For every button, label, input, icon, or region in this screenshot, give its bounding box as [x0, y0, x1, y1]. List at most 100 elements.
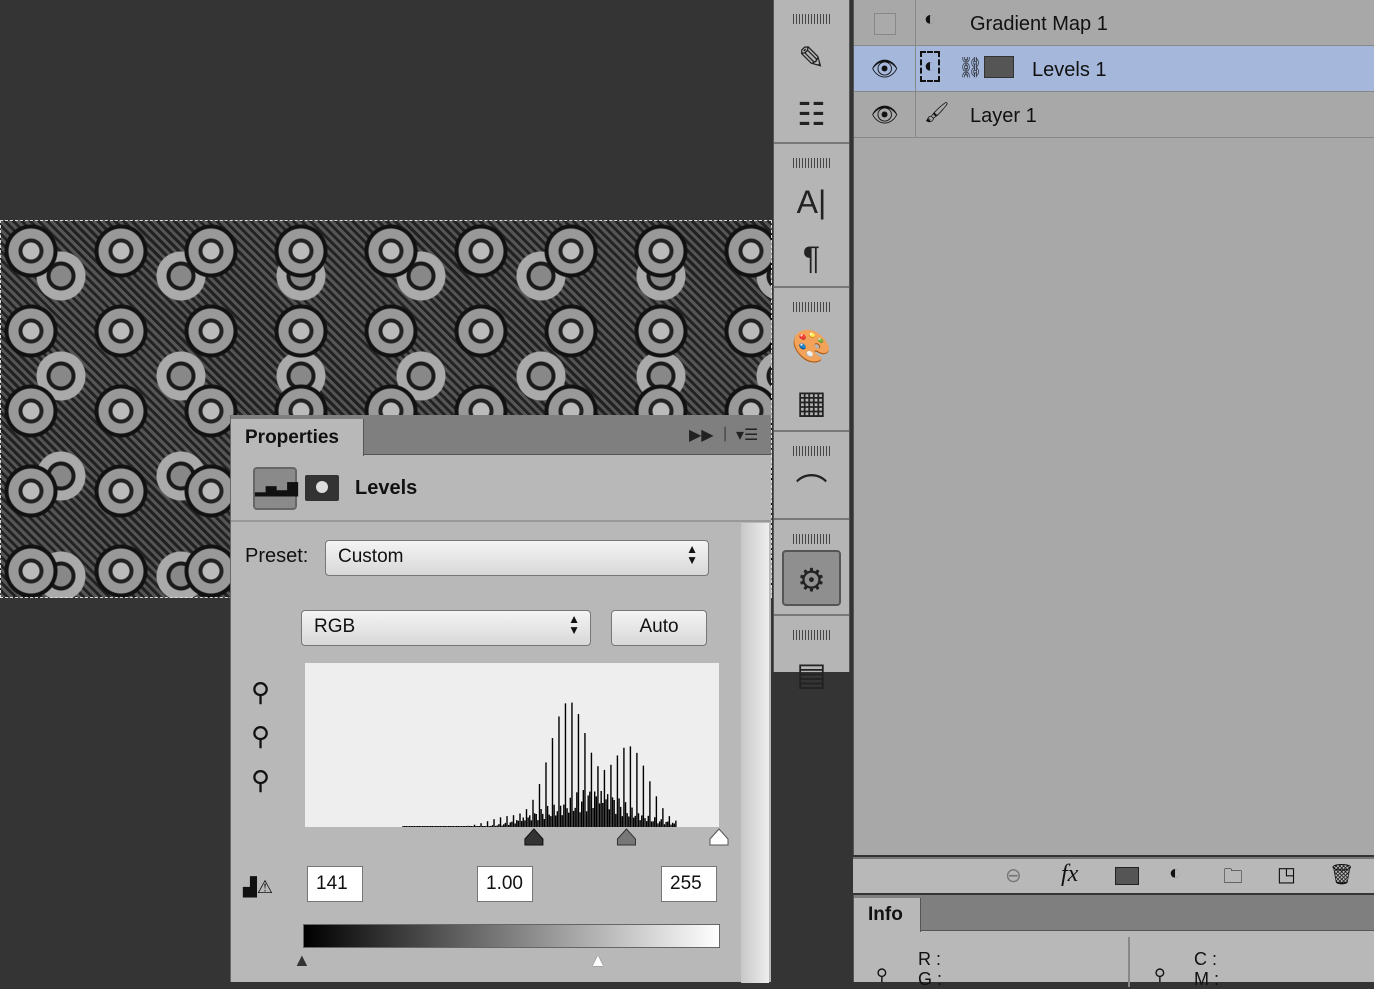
panel-menu-icon[interactable]: ▾☰ [736, 425, 758, 445]
histogram-bar [577, 713, 580, 827]
output-white-slider[interactable]: ▲ [589, 950, 607, 971]
histogram-bar [579, 812, 581, 827]
channel-value: RGB [314, 616, 356, 637]
grip-icon[interactable] [792, 446, 831, 456]
layer-mask-thumbnail[interactable] [984, 56, 1014, 78]
grip-icon[interactable] [792, 158, 831, 168]
histogram-bar [460, 826, 463, 827]
input-white-field[interactable]: 255 [661, 866, 717, 902]
new-layer-icon[interactable]: ◳ [1277, 862, 1296, 887]
input-gamma-field[interactable]: 1.00 [477, 866, 533, 902]
tab-info[interactable]: Info [854, 898, 921, 932]
histogram-bar [621, 816, 623, 827]
input-black-field[interactable]: 141 [307, 866, 363, 902]
scrollbar[interactable] [741, 523, 769, 983]
layer-row-selected[interactable]: 👁 ◐ ⛓ Levels 1 [854, 46, 1374, 92]
notes-icon[interactable]: ▤ [774, 646, 849, 702]
tab-properties[interactable]: Properties [231, 419, 364, 456]
add-mask-icon[interactable] [1115, 867, 1139, 885]
histogram-bar [407, 826, 409, 827]
histogram-bar [546, 805, 549, 827]
channel-select[interactable]: RGB ▲ ▼ [301, 610, 591, 646]
histogram-bar [436, 826, 438, 827]
histogram-bar [426, 826, 429, 827]
brush-presets-icon[interactable]: ✎ [774, 30, 849, 86]
auto-button[interactable]: Auto [611, 610, 707, 646]
layer-name[interactable]: Levels 1 [1032, 59, 1107, 82]
histogram-bar [532, 799, 534, 827]
histogram-bar [550, 816, 552, 827]
collapse-icon[interactable]: ▶▶ [689, 425, 714, 445]
histogram-bar [486, 821, 489, 827]
histogram-bar [481, 826, 484, 827]
grip-icon[interactable] [792, 534, 831, 544]
preset-select[interactable]: Custom ▲ ▼ [325, 540, 709, 576]
histogram-bar [558, 716, 560, 827]
levels-adjustment-icon[interactable]: ▂▅▃▇ [253, 467, 298, 510]
paths-icon[interactable]: ⌒ [774, 462, 849, 518]
histogram-bar [478, 826, 481, 827]
grip-icon[interactable] [792, 630, 831, 640]
grid-icon[interactable]: ▦ [774, 374, 849, 430]
white-point-eyedropper-icon[interactable]: ⚲ [251, 758, 270, 802]
black-input-slider[interactable] [524, 828, 544, 846]
histogram-bar [405, 826, 408, 827]
paragraph-icon[interactable]: ¶ [774, 230, 849, 286]
histogram-bar [519, 813, 521, 827]
histogram-bar [443, 826, 445, 827]
histogram-bar [537, 820, 539, 827]
gray-point-eyedropper-icon[interactable]: ⚲ [251, 714, 270, 758]
eye-icon[interactable]: 👁 [854, 92, 916, 138]
histogram-bar [498, 824, 500, 827]
histogram-bar [559, 805, 562, 827]
histogram-bar [568, 812, 570, 827]
histogram-bar [451, 826, 453, 827]
brush-settings-icon[interactable]: ☷ [774, 86, 849, 142]
eye-icon[interactable]: 👁 [854, 46, 916, 92]
white-input-slider[interactable] [709, 828, 729, 846]
black-point-eyedropper-icon[interactable]: ⚲ [251, 670, 270, 714]
histogram-bar [615, 813, 617, 827]
histogram-bar [548, 814, 550, 827]
layer-name[interactable]: Layer 1 [970, 105, 1037, 128]
histogram-bar [431, 826, 434, 827]
grip-icon[interactable] [792, 14, 831, 24]
character-icon[interactable]: A| [774, 174, 849, 230]
histogram-bar [665, 821, 667, 827]
histogram-bar [561, 815, 563, 827]
histogram-bar [413, 826, 416, 827]
histogram-bar [530, 820, 533, 827]
output-levels-gradient [303, 924, 720, 948]
layer-row[interactable]: ◐ Gradient Map 1 [854, 0, 1374, 46]
layer-row[interactable]: 👁 🖌 Layer 1 [854, 92, 1374, 138]
histogram-bar [418, 826, 421, 827]
histogram-bar [455, 826, 458, 827]
clipping-warning-icon[interactable]: ▟⚠ [243, 877, 273, 898]
output-black-slider[interactable]: ▲ [293, 950, 311, 971]
grip-icon[interactable] [792, 302, 831, 312]
histogram-bar [551, 738, 554, 827]
histogram-bar [522, 817, 524, 827]
swatches-palette-icon[interactable]: 🎨 [774, 318, 849, 374]
histogram-bar [668, 816, 671, 827]
histogram-bar [517, 820, 520, 827]
new-group-folder-icon[interactable]: 🗀 [1223, 862, 1243, 896]
link-icon: ⛓ [958, 57, 984, 79]
gamma-input-slider[interactable] [616, 828, 636, 846]
properties-icon[interactable]: ⚙ [782, 550, 841, 606]
fx-icon[interactable]: fx [1061, 861, 1078, 888]
histogram-bar [467, 825, 469, 827]
histogram-bar [566, 808, 568, 827]
visibility-toggle[interactable] [854, 0, 916, 46]
new-adjustment-layer-icon[interactable]: ◐ [1169, 862, 1181, 885]
divider [1128, 937, 1130, 987]
link-layers-icon[interactable]: ⊖ [1005, 863, 1022, 888]
histogram-bar [645, 821, 648, 827]
info-c: C : [1194, 949, 1218, 969]
histogram-bar [462, 826, 464, 827]
histogram-bar [506, 816, 508, 827]
eyedropper-icon: ⚲ [876, 967, 888, 984]
mask-icon[interactable] [305, 475, 339, 501]
trash-icon[interactable]: 🗑 [1329, 862, 1354, 887]
layer-name[interactable]: Gradient Map 1 [970, 13, 1108, 36]
